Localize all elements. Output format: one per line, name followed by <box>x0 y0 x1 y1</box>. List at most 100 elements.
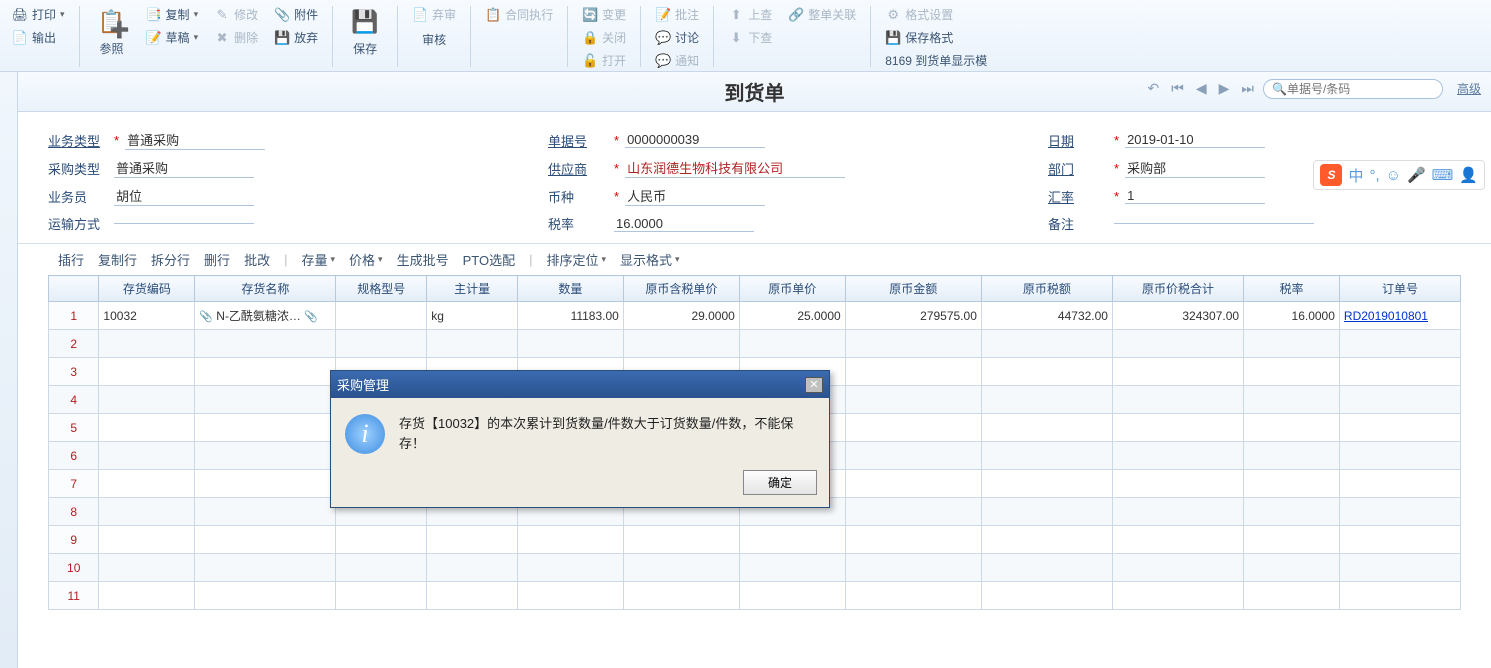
search-input[interactable] <box>1287 82 1427 96</box>
col-spec[interactable]: 规格型号 <box>336 276 427 302</box>
ship-label: 运输方式 <box>48 214 108 233</box>
notify-button[interactable]: 💬通知 <box>651 50 703 71</box>
left-strip <box>0 72 18 668</box>
reference-icon: 📋➕ <box>96 6 128 38</box>
nav-prev-icon[interactable]: ◀ <box>1193 78 1210 99</box>
unlock-icon: 🔓 <box>582 53 598 69</box>
note-icon: 📝 <box>655 7 671 23</box>
ime-widget[interactable]: S 中 °, ☺ 🎤 ⌨ 👤 <box>1313 160 1485 190</box>
nav-next-icon[interactable]: ▶ <box>1216 78 1233 99</box>
abandon-button[interactable]: 💾放弃 <box>270 27 322 48</box>
col-total[interactable]: 原币价税合计 <box>1112 276 1243 302</box>
col-inv-name[interactable]: 存货名称 <box>195 276 336 302</box>
tax-label: 税率 <box>548 214 608 233</box>
bell-icon: 💬 <box>655 53 671 69</box>
contract-icon: 📋 <box>485 7 501 23</box>
col-order-no[interactable]: 订单号 <box>1339 276 1460 302</box>
col-qty[interactable]: 数量 <box>517 276 623 302</box>
ship-value[interactable] <box>114 223 254 224</box>
table-row[interactable]: 11 <box>49 582 1461 610</box>
nav-first-icon[interactable]: ⏮ <box>1168 78 1187 99</box>
table-row[interactable]: 2 <box>49 330 1461 358</box>
delete-button[interactable]: ✖删除 <box>210 27 262 48</box>
reference-button[interactable]: 📋➕ 参照 <box>90 4 134 59</box>
display-fmt-button[interactable]: 显示格式 ▾ <box>620 250 680 269</box>
ime-keyboard-icon[interactable]: ⌨ <box>1432 166 1454 184</box>
format-desc[interactable]: 8169 到货单显示模 <box>881 50 991 71</box>
search-icon: 🔍 <box>1272 82 1287 96</box>
col-tax-rate[interactable]: 税率 <box>1244 276 1340 302</box>
save-format-icon: 💾 <box>885 30 901 46</box>
search-box[interactable]: 🔍 <box>1263 79 1443 99</box>
gen-batch-button[interactable]: 生成批号 <box>397 250 449 269</box>
contract-exec-button[interactable]: 📋合同执行 <box>481 4 557 25</box>
draft-button[interactable]: 📝草稿▾ <box>142 27 203 48</box>
open-button[interactable]: 🔓打开 <box>578 50 630 71</box>
output-button[interactable]: 📄输出 <box>8 27 69 48</box>
dept-label: 部门 <box>1048 159 1108 178</box>
buy-type-value[interactable]: 普通采购 <box>114 158 254 178</box>
copy-icon: 📑 <box>146 7 162 23</box>
table-row[interactable]: 110032📎 N-乙酰氨糖浓… 📎kg11183.0029.000025.00… <box>49 302 1461 330</box>
price-button[interactable]: 价格 ▾ <box>349 250 383 269</box>
save-icon: 💾 <box>349 6 381 38</box>
pto-button[interactable]: PTO选配 <box>463 250 516 269</box>
close-button[interactable]: 🔒关闭 <box>578 27 630 48</box>
up-query-button[interactable]: ⬆上查 <box>724 4 776 25</box>
doc-no-value[interactable]: 0000000039 <box>625 132 765 148</box>
print-button[interactable]: 🖨打印▾ <box>8 4 69 25</box>
gear-icon: ⚙ <box>885 7 901 23</box>
undo-icon[interactable]: ↶ <box>1144 78 1162 99</box>
ime-mic-icon[interactable]: 🎤 <box>1407 166 1426 184</box>
whole-assoc-button[interactable]: 🔗整单关联 <box>784 4 860 25</box>
table-row[interactable]: 10 <box>49 554 1461 582</box>
date-value[interactable]: 2019-01-10 <box>1125 132 1265 148</box>
ime-zhong[interactable]: 中 <box>1348 165 1363 186</box>
copy-button[interactable]: 📑复制▾ <box>142 4 203 25</box>
ime-face-icon[interactable]: ☺ <box>1386 167 1401 184</box>
save-button[interactable]: 💾 保存 <box>343 4 387 59</box>
col-inv-code[interactable]: 存货编码 <box>99 276 195 302</box>
memo-value[interactable] <box>1114 223 1314 224</box>
dept-value[interactable]: 采购部 <box>1125 158 1265 178</box>
supplier-label: 供应商 <box>548 159 608 178</box>
change-button[interactable]: 🔄变更 <box>578 4 630 25</box>
table-row[interactable]: 9 <box>49 526 1461 554</box>
insert-row-button[interactable]: 插行 <box>58 250 84 269</box>
sort-locate-button[interactable]: 排序定位 ▾ <box>546 250 606 269</box>
currency-value[interactable]: 人民币 <box>625 186 765 206</box>
biz-type-label: 业务类型 <box>48 131 108 150</box>
dialog-ok-button[interactable]: 确定 <box>743 470 817 495</box>
biz-type-value[interactable]: 普通采购 <box>125 130 265 150</box>
col-tax-amt[interactable]: 原币税额 <box>981 276 1112 302</box>
copy-row-button[interactable]: 复制行 <box>98 250 137 269</box>
col-price[interactable]: 原币单价 <box>739 276 845 302</box>
date-label: 日期 <box>1048 131 1108 150</box>
discuss-button[interactable]: 💬讨论 <box>651 27 703 48</box>
ime-user-icon[interactable]: 👤 <box>1459 166 1478 184</box>
modify-button[interactable]: ✎修改 <box>210 4 262 25</box>
link-icon: 🔗 <box>788 7 804 23</box>
ime-punct-icon[interactable]: °, <box>1369 167 1379 184</box>
dialog-close-button[interactable]: ✕ <box>805 377 823 393</box>
nav-last-icon[interactable]: ⏭ <box>1238 78 1257 99</box>
discard-review-button[interactable]: 📄弃审 <box>408 4 460 25</box>
advanced-link[interactable]: 高级 <box>1457 80 1481 97</box>
save-format-button[interactable]: 💾保存格式 <box>881 27 991 48</box>
batch-mod-button[interactable]: 批改 <box>244 250 270 269</box>
stock-button[interactable]: 存量 ▾ <box>301 250 335 269</box>
del-row-button[interactable]: 删行 <box>204 250 230 269</box>
clerk-value[interactable]: 胡位 <box>114 186 254 206</box>
down-query-button[interactable]: ⬇下查 <box>724 27 776 48</box>
supplier-value[interactable]: 山东润德生物科技有限公司 <box>625 158 845 178</box>
split-row-button[interactable]: 拆分行 <box>151 250 190 269</box>
col-tax-price[interactable]: 原币含税单价 <box>623 276 739 302</box>
attach-button[interactable]: 📎附件 <box>270 4 322 25</box>
col-main-uom[interactable]: 主计量 <box>427 276 518 302</box>
format-set-button[interactable]: ⚙格式设置 <box>881 4 991 25</box>
batch-review-button[interactable]: 📝批注 <box>651 4 703 25</box>
col-amount[interactable]: 原币金额 <box>845 276 981 302</box>
rate-value[interactable]: 1 <box>1125 188 1265 204</box>
col-rownum[interactable] <box>49 276 99 302</box>
tax-value[interactable]: 16.0000 <box>614 216 754 232</box>
